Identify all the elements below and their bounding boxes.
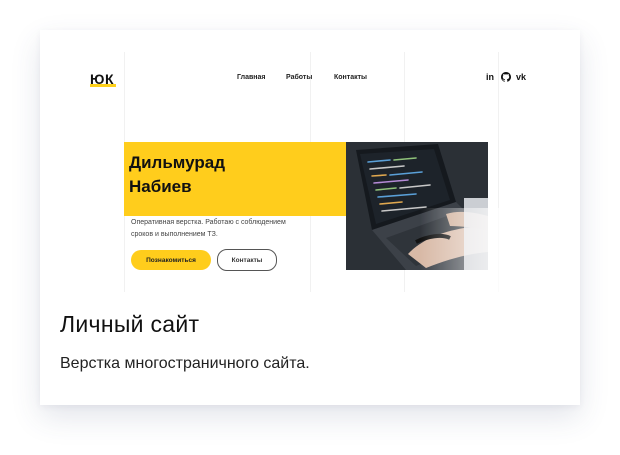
preview-fade-overlay bbox=[420, 208, 580, 292]
logo-underline bbox=[90, 84, 116, 87]
hero-name-line2: Набиев bbox=[129, 177, 192, 196]
project-description: Верстка многостраничного сайта. bbox=[60, 355, 310, 372]
nav-item-home[interactable]: Главная bbox=[237, 74, 265, 81]
project-card[interactable]: ЮК Главная Работы Контакты in vk Дильмур… bbox=[40, 30, 580, 405]
nav-item-contacts[interactable]: Контакты bbox=[334, 74, 367, 81]
github-icon[interactable] bbox=[501, 72, 511, 82]
project-preview[interactable]: ЮК Главная Работы Контакты in vk Дильмур… bbox=[40, 30, 580, 292]
hero-description: Оперативная верстка. Работаю с соблюдени… bbox=[131, 219, 286, 238]
nav-item-works[interactable]: Работы bbox=[286, 74, 312, 81]
hero-name-line1: Дильмурад bbox=[129, 153, 226, 172]
project-title[interactable]: Личный сайт bbox=[60, 311, 199, 338]
vk-icon[interactable]: vk bbox=[516, 72, 526, 82]
hero-name: Дильмурад Набиев bbox=[129, 151, 339, 199]
get-acquainted-button[interactable]: Познакомиться bbox=[131, 250, 211, 270]
linkedin-icon[interactable]: in bbox=[486, 72, 494, 82]
contacts-button[interactable]: Контакты bbox=[217, 249, 277, 271]
